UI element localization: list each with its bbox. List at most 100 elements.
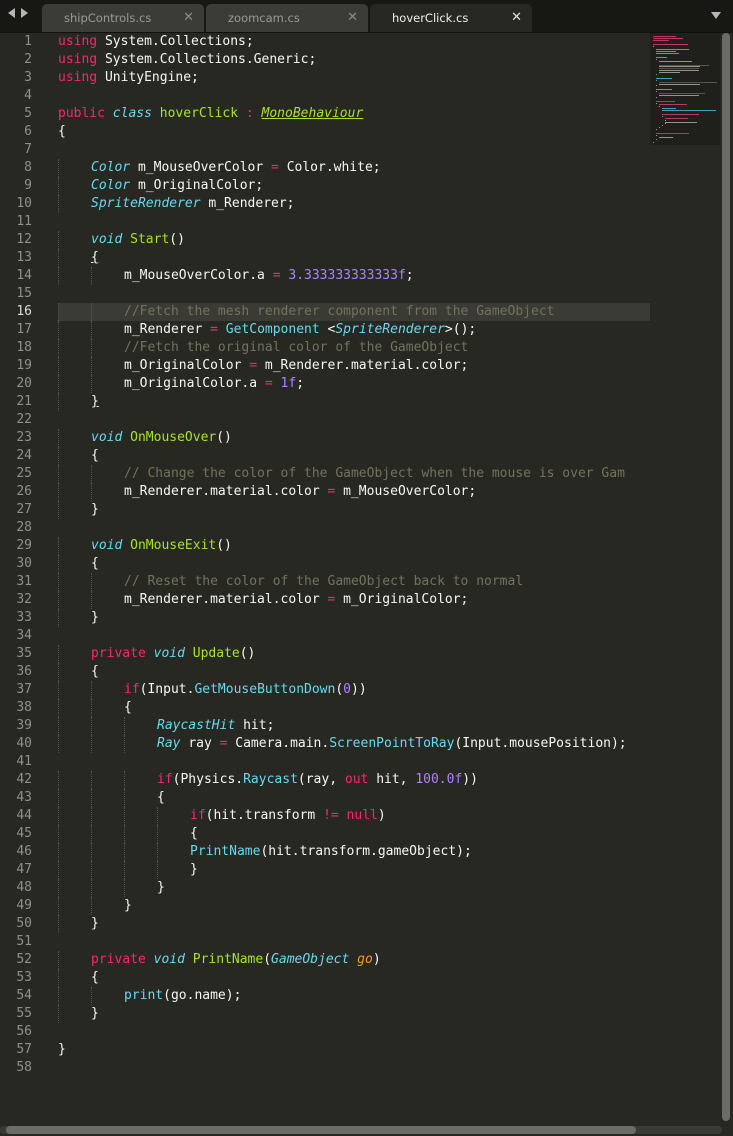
code-line[interactable]: RaycastHit hit;	[58, 717, 650, 735]
code-line[interactable]: SpriteRenderer m_Renderer;	[58, 195, 650, 213]
minimap-line	[656, 138, 657, 140]
code-line[interactable]: {	[58, 123, 650, 141]
code-line[interactable]: {	[58, 447, 650, 465]
code-line[interactable]	[58, 141, 650, 159]
code-line[interactable]: void OnMouseExit()	[58, 537, 650, 555]
code-line[interactable]: // Reset the color of the GameObject bac…	[58, 573, 650, 591]
minimap-line	[659, 104, 687, 106]
vertical-scrollbar-thumb[interactable]	[722, 33, 730, 1121]
close-icon[interactable]: ✕	[511, 10, 522, 25]
code-line[interactable]: {	[58, 699, 650, 717]
code-token: null	[346, 808, 378, 823]
code-line[interactable]	[58, 411, 650, 429]
code-line[interactable]	[58, 753, 650, 771]
code-line[interactable]: {	[58, 249, 650, 267]
line-number: 44	[16, 808, 32, 823]
code-line[interactable]: m_OriginalColor = m_Renderer.material.co…	[58, 357, 650, 375]
code-line[interactable]: {	[58, 789, 650, 807]
tab-hoverclick[interactable]: hoverClick.cs ✕	[370, 4, 532, 32]
chevron-down-icon[interactable]	[711, 12, 721, 19]
minimap-line	[659, 136, 673, 138]
code-line[interactable]: {	[58, 969, 650, 987]
code-line[interactable]: using System.Collections;	[58, 33, 650, 51]
arrow-right-icon[interactable]	[21, 8, 28, 18]
code-line[interactable]	[58, 87, 650, 105]
code-text: if(Input.GetMouseButtonDown(0))	[124, 682, 367, 697]
code-line[interactable]	[58, 213, 650, 231]
code-line[interactable]	[58, 1059, 650, 1077]
code-token: // Change the color of the GameObject wh…	[124, 466, 625, 481]
tab-shipcontrols[interactable]: shipControls.cs ✕	[42, 4, 204, 32]
code-line[interactable]: }	[58, 501, 650, 519]
code-line[interactable]: }	[58, 1005, 650, 1023]
code-text: {	[58, 124, 66, 139]
tab-zoomcam[interactable]: zoomcam.cs ✕	[206, 4, 368, 32]
code-line[interactable]: }	[58, 915, 650, 933]
code-token: SpriteRenderer	[335, 322, 445, 337]
tab-nav-arrows[interactable]	[8, 8, 28, 18]
code-line[interactable]: Color m_MouseOverColor = Color.white;	[58, 159, 650, 177]
indent-guide	[58, 429, 59, 447]
code-line[interactable]: if(Input.GetMouseButtonDown(0))	[58, 681, 650, 699]
minimap[interactable]	[650, 33, 720, 145]
code-line[interactable]	[58, 933, 650, 951]
code-line[interactable]: m_Renderer = GetComponent <SpriteRendere…	[58, 321, 650, 339]
code-line[interactable]: void Start()	[58, 231, 650, 249]
code-line[interactable]: void OnMouseOver()	[58, 429, 650, 447]
code-line[interactable]: print(go.name);	[58, 987, 650, 1005]
horizontal-scrollbar-thumb[interactable]	[6, 1126, 636, 1134]
close-icon[interactable]: ✕	[347, 10, 358, 25]
code-line[interactable]: }	[58, 897, 650, 915]
indent-guide	[58, 825, 59, 843]
code-token: if	[190, 808, 206, 823]
code-line[interactable]: }	[58, 879, 650, 897]
indent-guide	[124, 825, 125, 843]
code-line[interactable]: //Fetch the original color of the GameOb…	[58, 339, 650, 357]
horizontal-scrollbar[interactable]	[0, 1126, 722, 1134]
tab-label: zoomcam.cs	[228, 11, 300, 25]
code-line[interactable]	[58, 519, 650, 537]
code-line[interactable]: // Change the color of the GameObject wh…	[58, 465, 650, 483]
minimap-line	[656, 102, 657, 104]
code-line[interactable]: private void Update()	[58, 645, 650, 663]
code-line[interactable]: m_Renderer.material.color = m_MouseOverC…	[58, 483, 650, 501]
code-line[interactable]: private void PrintName(GameObject go)	[58, 951, 650, 969]
code-text: using System.Collections.Generic;	[58, 52, 316, 67]
code-line[interactable]: Color m_OriginalColor;	[58, 177, 650, 195]
code-line[interactable]: public class hoverClick : MonoBehaviour	[58, 105, 650, 123]
code-line[interactable]: {	[58, 663, 650, 681]
code-token: System.Collections;	[104, 34, 254, 49]
code-line[interactable]: }	[58, 393, 650, 411]
code-token: 0	[343, 682, 351, 697]
code-line[interactable]: m_Renderer.material.color = m_OriginalCo…	[58, 591, 650, 609]
code-line[interactable]: if(hit.transform != null)	[58, 807, 650, 825]
minimap-line	[659, 68, 699, 70]
code-line[interactable]: using System.Collections.Generic;	[58, 51, 650, 69]
code-line[interactable]	[58, 285, 650, 303]
close-icon[interactable]: ✕	[183, 10, 194, 25]
code-line[interactable]: Ray ray = Camera.main.ScreenPointToRay(I…	[58, 735, 650, 753]
code-text: m_Renderer.material.color = m_OriginalCo…	[124, 592, 468, 607]
code-line[interactable]: if(Physics.Raycast(ray, out hit, 100.0f)…	[58, 771, 650, 789]
code-line[interactable]: m_MouseOverColor.a = 3.333333333333f;	[58, 267, 650, 285]
minimap-line	[656, 77, 673, 79]
code-line[interactable]: }	[58, 861, 650, 879]
line-number: 15	[16, 286, 32, 301]
code-line[interactable]	[58, 1023, 650, 1041]
code-line[interactable]: {	[58, 555, 650, 573]
indent-guide	[91, 339, 92, 357]
code-line[interactable]: }	[58, 1041, 650, 1059]
code-line[interactable]: PrintName(hit.transform.gameObject);	[58, 843, 650, 861]
code-line[interactable]: }	[58, 609, 650, 627]
code-line[interactable]: m_OriginalColor.a = 1f;	[58, 375, 650, 393]
code-token: System.Collections.Generic;	[104, 52, 317, 67]
code-text: if(hit.transform != null)	[190, 808, 386, 823]
code-line[interactable]: //Fetch the mesh renderer component from…	[58, 303, 650, 321]
vertical-scrollbar[interactable]	[722, 33, 730, 1121]
code-editor[interactable]: using System.Collections; using System.Co…	[58, 33, 650, 1077]
code-line[interactable]	[58, 627, 650, 645]
code-token: //Fetch the mesh renderer component from…	[124, 304, 555, 319]
code-line[interactable]: using UnityEngine;	[58, 69, 650, 87]
arrow-left-icon[interactable]	[8, 8, 15, 18]
code-line[interactable]: {	[58, 825, 650, 843]
